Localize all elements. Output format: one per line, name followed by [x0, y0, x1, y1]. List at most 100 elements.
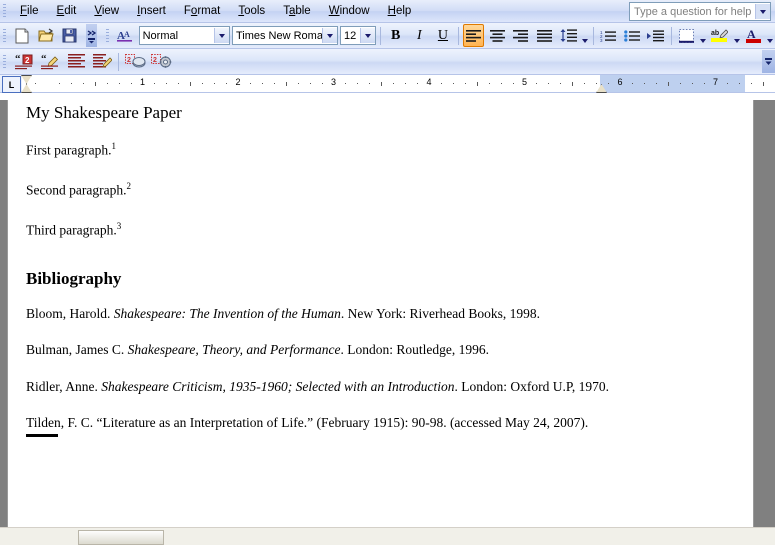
- save-disk-icon: [62, 28, 77, 43]
- ruler-dot: [548, 83, 550, 84]
- ruler-scale[interactable]: 1 2 3 4 5 6 7: [21, 75, 775, 93]
- bib-author: Bulman, James C.: [26, 342, 128, 358]
- edit-bibliography-button[interactable]: [90, 50, 114, 73]
- export-traveling-library-button[interactable]: 2: [123, 50, 147, 73]
- document-area[interactable]: My Shakespeare Paper First paragraph.1 S…: [0, 100, 775, 528]
- font-color-button[interactable]: A: [742, 24, 764, 47]
- ask-a-question-box[interactable]: Type a question for help: [629, 2, 771, 21]
- bulleted-list-button[interactable]: [621, 24, 643, 47]
- ruler-tick: [190, 82, 192, 86]
- align-center-button[interactable]: [486, 24, 508, 47]
- ruler-dot: [536, 83, 538, 84]
- hanging-indent-marker[interactable]: [21, 84, 32, 93]
- menu-item-table[interactable]: Table: [274, 2, 320, 20]
- align-left-button[interactable]: [462, 24, 485, 47]
- font-size-dropdown-icon[interactable]: [359, 28, 375, 43]
- document-page[interactable]: My Shakespeare Paper First paragraph.1 S…: [7, 100, 754, 528]
- bib-author: Bloom, Harold.: [26, 305, 114, 321]
- open-button[interactable]: [35, 24, 57, 47]
- toolbar-options-button-2[interactable]: [762, 50, 775, 73]
- horizontal-scrollbar[interactable]: [0, 527, 775, 545]
- save-button[interactable]: [59, 24, 81, 47]
- footnote-reference-2[interactable]: 2: [126, 181, 131, 191]
- align-justify-button[interactable]: [534, 24, 556, 47]
- footnote-reference-1[interactable]: 1: [111, 141, 116, 151]
- ruler-dot: [464, 83, 466, 84]
- styles-formatting-icon: A A: [117, 30, 133, 42]
- line-spacing-button[interactable]: [557, 24, 579, 47]
- ruler-dot: [309, 83, 311, 84]
- footnote-reference-3[interactable]: 3: [117, 221, 122, 231]
- paragraph-1: First paragraph.1: [26, 141, 731, 159]
- ruler-dot: [35, 83, 37, 84]
- ruler-tick: [572, 82, 574, 86]
- align-right-button[interactable]: [510, 24, 532, 47]
- new-document-button[interactable]: [12, 24, 34, 47]
- paragraph-2-text: Second paragraph.: [26, 182, 127, 198]
- bold-button[interactable]: B: [385, 24, 407, 47]
- line-spacing-icon: [560, 29, 577, 42]
- italic-icon: I: [416, 27, 422, 43]
- ruler-dot: [154, 83, 156, 84]
- italic-button[interactable]: I: [408, 24, 430, 47]
- ruler-dot: [58, 83, 60, 84]
- edit-bibliography-icon: [92, 54, 112, 68]
- menu-item-help[interactable]: Help: [379, 2, 421, 20]
- menu-item-view[interactable]: View: [85, 2, 128, 20]
- ruler-dot: [261, 83, 263, 84]
- menu-item-edit[interactable]: Edit: [48, 2, 86, 20]
- ruler-dot: [500, 83, 502, 84]
- ruler-dot: [417, 83, 419, 84]
- first-line-indent-marker[interactable]: [21, 75, 32, 84]
- borders-dropdown-icon[interactable]: [698, 22, 708, 49]
- underline-icon: U: [437, 27, 448, 43]
- tab-stop-selector-button[interactable]: L: [2, 76, 21, 93]
- ruler-dot: [739, 83, 741, 84]
- ruler-tick: [94, 82, 96, 86]
- bib-rest: (February 1915): 90-98. (accessed May 24…: [313, 415, 589, 431]
- underline-button[interactable]: U: [432, 24, 454, 47]
- horizontal-scrollbar-thumb[interactable]: [78, 530, 164, 545]
- borders-button[interactable]: [676, 24, 698, 47]
- edit-citation-button[interactable]: “: [38, 50, 62, 73]
- menu-item-window[interactable]: Window: [320, 2, 379, 20]
- standard-toolbar-grip[interactable]: [3, 28, 6, 43]
- menu-item-file[interactable]: FFileile: [11, 2, 48, 20]
- font-size-combo[interactable]: 12: [339, 26, 376, 45]
- document-title: My Shakespeare Paper: [26, 103, 182, 122]
- horizontal-ruler[interactable]: L 1 2 3 4 5 6 7: [0, 75, 775, 93]
- ruler-tick: [667, 82, 669, 86]
- font-color-dropdown-icon[interactable]: [765, 22, 775, 49]
- ruler-dot: [440, 83, 442, 84]
- svg-text:ab: ab: [711, 30, 719, 37]
- insert-citation-icon: “ 2: [14, 54, 32, 69]
- toolbar-options-button-1[interactable]: [85, 24, 98, 47]
- style-combo[interactable]: Normal: [138, 26, 230, 45]
- document-content[interactable]: My Shakespeare Paper First paragraph.1 S…: [8, 100, 753, 437]
- paragraph-3: Third paragraph.3: [26, 221, 731, 239]
- menu-item-insert[interactable]: Insert: [128, 2, 175, 20]
- citation-preferences-button[interactable]: 2: [149, 50, 173, 73]
- ruler-dot: [130, 83, 132, 84]
- style-combo-dropdown-icon[interactable]: [213, 28, 229, 43]
- formatting-toolbar-grip[interactable]: [106, 28, 109, 43]
- numbered-list-button[interactable]: 123: [598, 24, 620, 47]
- font-name-combo[interactable]: Times New Roman: [231, 26, 338, 45]
- menu-item-tools[interactable]: Tools: [229, 2, 274, 20]
- menu-item-format[interactable]: Format: [175, 2, 229, 20]
- highlight-button[interactable]: ab: [709, 24, 731, 47]
- align-justify-icon: [536, 29, 552, 42]
- format-bibliography-button[interactable]: [64, 50, 88, 73]
- highlight-dropdown-icon[interactable]: [732, 22, 742, 49]
- line-spacing-dropdown-icon[interactable]: [580, 22, 590, 49]
- font-name-dropdown-icon[interactable]: [321, 28, 337, 43]
- footnote-separator: [26, 433, 58, 437]
- increase-indent-button[interactable]: [645, 24, 667, 47]
- menu-bar-grip[interactable]: [3, 4, 6, 18]
- chevron-down-icon[interactable]: [755, 4, 770, 19]
- bibliography-entry: Ridler, Anne. Shakespeare Criticism, 193…: [26, 378, 731, 396]
- citation-toolbar-grip[interactable]: [3, 54, 6, 69]
- formatting-toolbar: A A Normal Times New Roman 12 B I U 1 2 …: [0, 23, 775, 49]
- styles-formatting-button[interactable]: A A: [115, 24, 137, 47]
- insert-citation-button[interactable]: “ 2: [12, 50, 36, 73]
